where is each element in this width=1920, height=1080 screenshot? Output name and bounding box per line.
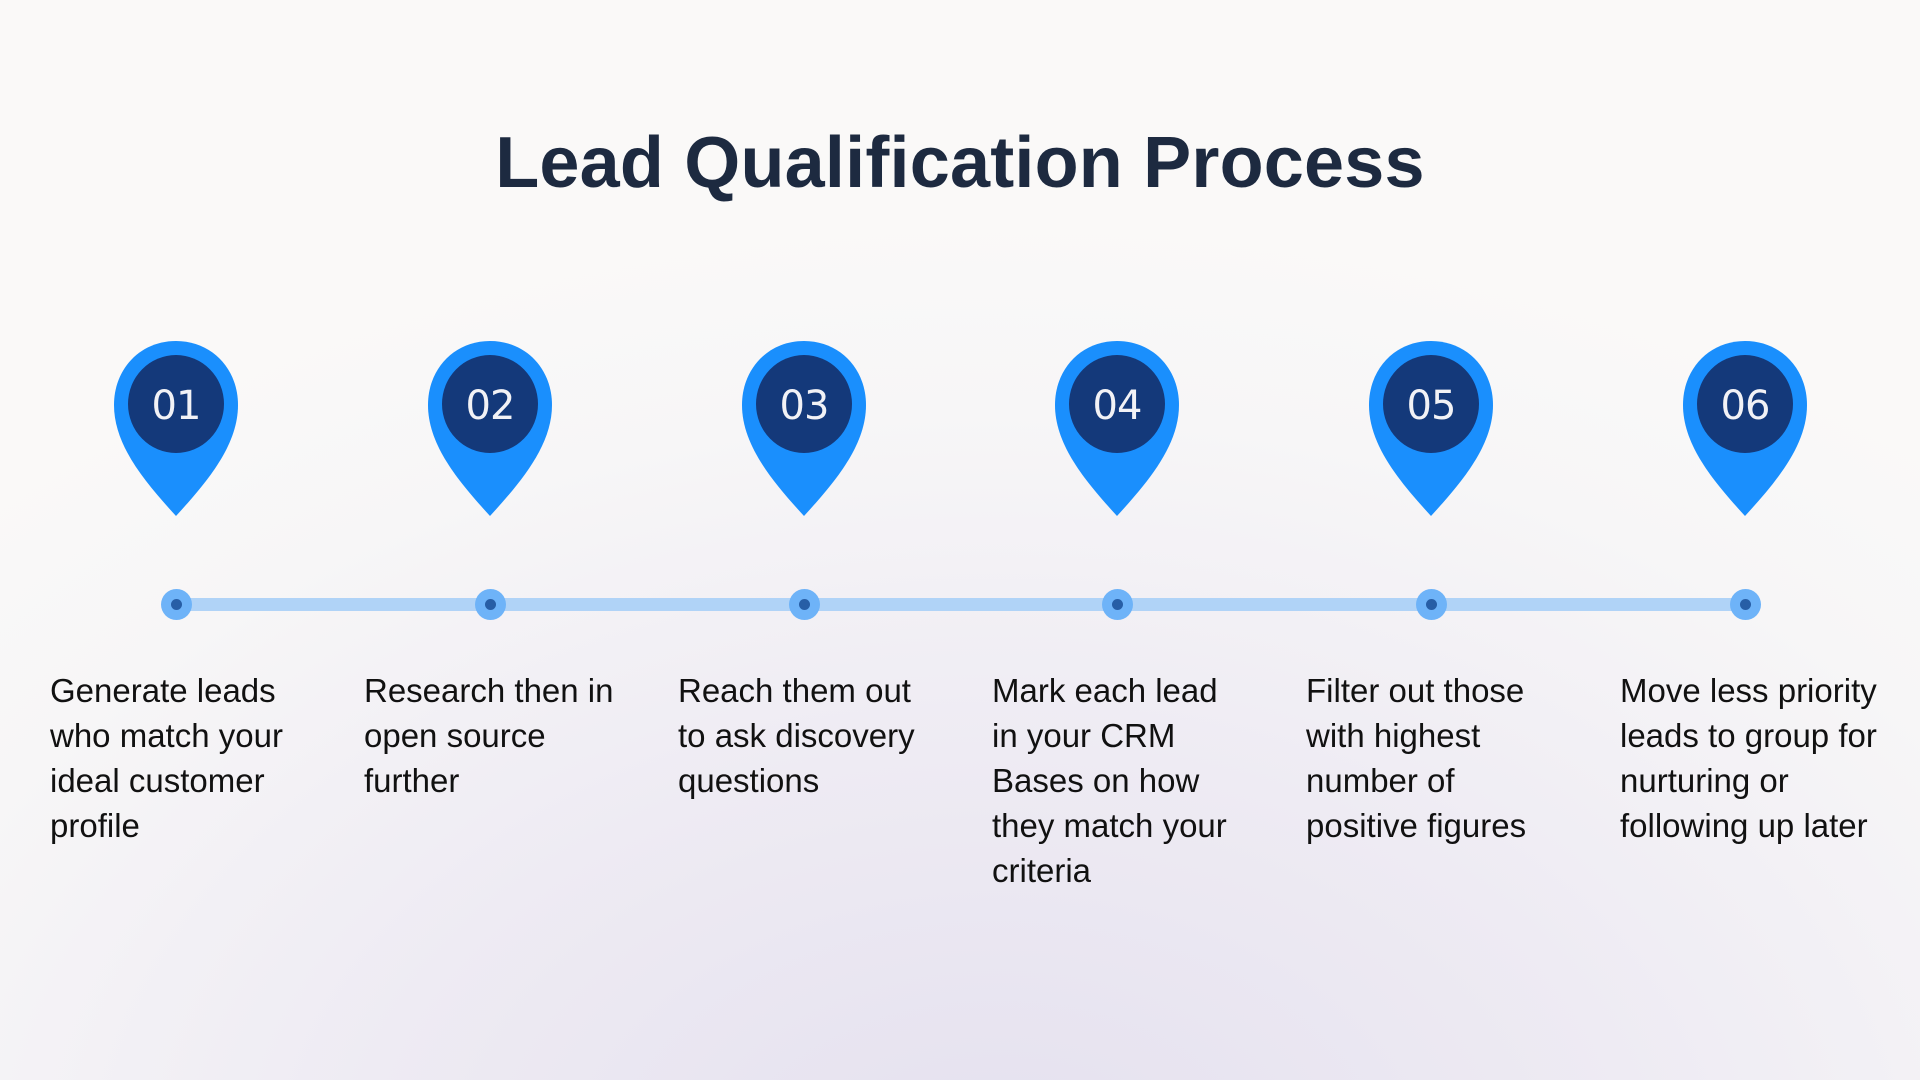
pin-shape (742, 341, 866, 516)
location-pin-icon: 04 (1054, 341, 1180, 517)
step-description: Research then in open source further (364, 672, 614, 799)
step-number: 06 (1720, 383, 1771, 429)
location-pin-icon: 05 (1368, 341, 1494, 517)
location-pin-icon: 01 (113, 341, 239, 517)
step-description: Filter out those with highest number of … (1306, 672, 1527, 844)
step-description: Move less priority leads to group for nu… (1620, 672, 1877, 844)
location-pin-icon: 03 (741, 341, 867, 517)
timeline-node (161, 589, 192, 620)
timeline-node-dot (485, 599, 496, 610)
timeline-node (475, 589, 506, 620)
timeline-node-dot (1740, 599, 1751, 610)
step-number: 04 (1092, 383, 1143, 429)
pin-shape (1683, 341, 1807, 516)
step-number: 01 (151, 383, 202, 429)
pin-shape (1369, 341, 1493, 516)
pin-shape (1055, 341, 1179, 516)
timeline-node-dot (171, 599, 182, 610)
location-pin-icon: 02 (427, 341, 553, 517)
timeline-node (789, 589, 820, 620)
step-description: Generate leads who match your ideal cust… (50, 672, 283, 844)
timeline-node-dot (1426, 599, 1437, 610)
timeline-node (1102, 589, 1133, 620)
step-description: Mark each lead in your CRM Bases on how … (992, 672, 1227, 889)
step-number: 02 (465, 383, 516, 429)
page-title: Lead Qualification Process (495, 123, 1425, 203)
pin-shape (428, 341, 552, 516)
timeline-node (1730, 589, 1761, 620)
step-description: Reach them out to ask discovery question… (678, 672, 915, 799)
timeline-node (1416, 589, 1447, 620)
step-number: 03 (779, 383, 830, 429)
timeline-line (176, 598, 1746, 611)
timeline-node-dot (799, 599, 810, 610)
location-pin-icon: 06 (1682, 341, 1808, 517)
step-number: 05 (1406, 383, 1457, 429)
pin-shape (114, 341, 238, 516)
timeline-node-dot (1112, 599, 1123, 610)
